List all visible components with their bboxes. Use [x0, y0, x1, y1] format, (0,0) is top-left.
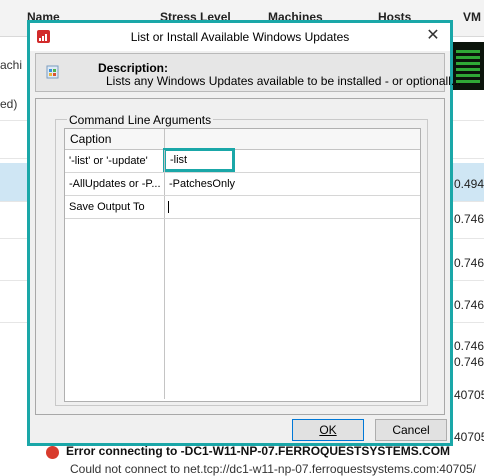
- description-label: Description:: [98, 61, 169, 75]
- background-value: 0.746: [454, 212, 484, 226]
- argument-caption: '-list' or '-update': [69, 155, 148, 167]
- dialog-titlebar[interactable]: List or Install Available Windows Update…: [30, 23, 450, 51]
- background-value: 0.746: [454, 256, 484, 270]
- error-icon: [46, 446, 59, 459]
- error-title: Error connecting to -DC1-W11-NP-07.FERRO…: [66, 444, 451, 458]
- table-row[interactable]: -AllUpdates or -P... -PatchesOnly: [65, 173, 420, 196]
- close-icon[interactable]: ✕: [424, 27, 442, 45]
- table-row[interactable]: '-list' or '-update' -list: [65, 148, 420, 173]
- background-value: 0.746: [454, 298, 484, 312]
- background-value: 0.746: [454, 339, 484, 353]
- cancel-button[interactable]: Cancel: [375, 419, 447, 441]
- error-detail: Could not connect to net.tcp://dc1-w11-n…: [70, 462, 476, 476]
- text-caret: [168, 201, 169, 213]
- background-value: 0.4946: [454, 177, 484, 191]
- argument-value-input[interactable]: -PatchesOnly: [165, 173, 420, 195]
- ok-button[interactable]: OK: [292, 419, 364, 441]
- group-title: Command Line Arguments: [67, 113, 214, 127]
- windows-update-icon: [46, 65, 59, 79]
- description-text: Lists any Windows Updates available to b…: [106, 74, 461, 88]
- grid-header-caption[interactable]: Caption: [65, 129, 164, 149]
- description-box: Description: Lists any Windows Updates a…: [35, 53, 461, 92]
- background-value: 0.746: [454, 355, 484, 369]
- argument-caption: -AllUpdates or -P...: [69, 178, 161, 190]
- cancel-button-label: Cancel: [392, 423, 430, 437]
- arguments-grid: Caption '-list' or '-update' -list -AllU…: [64, 128, 421, 402]
- background-value: 40705/: [454, 430, 484, 444]
- background-value: 40705/: [454, 388, 484, 402]
- argument-value-input[interactable]: -list: [163, 148, 235, 172]
- background-fragment: achi: [0, 58, 23, 72]
- dialog-title: List or Install Available Windows Update…: [130, 30, 350, 44]
- argument-caption: Save Output To: [69, 201, 145, 213]
- grid-header: Caption: [65, 129, 420, 150]
- grid-header-value[interactable]: [164, 129, 420, 149]
- windows-updates-dialog: List or Install Available Windows Update…: [27, 20, 461, 446]
- column-header-vm[interactable]: VM: [463, 10, 481, 24]
- background-fragment: ed): [0, 97, 18, 111]
- ok-button-label: OK: [319, 423, 337, 437]
- save-output-input[interactable]: [165, 196, 420, 218]
- table-row[interactable]: Save Output To: [65, 196, 420, 219]
